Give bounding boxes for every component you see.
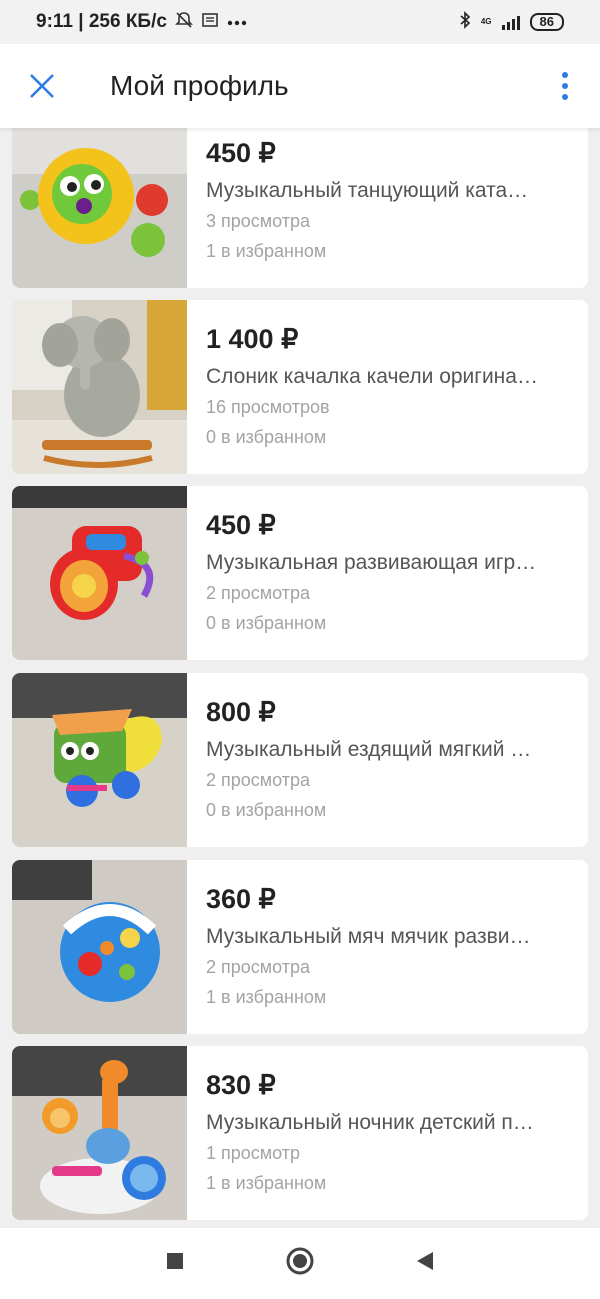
listing-views: 2 просмотра [206,583,311,603]
listing-photo[interactable] [12,128,187,288]
listing-card[interactable]: 800 ₽ Музыкальный ездящий мягкий … 2 про… [12,673,588,847]
listing-title: Слоник качалка качели оригина… [206,365,538,388]
listing-list[interactable]: 450 ₽ Музыкальный танцующий ката… 3 прос… [0,128,600,1228]
circle-icon [286,1247,314,1275]
listing-title: Музыкальный танцующий ката… [206,179,529,202]
listing-photo[interactable] [12,860,187,1034]
listing-card[interactable]: 360 ₽ Музыкальный мяч мячик разви… 2 про… [12,860,588,1034]
listing-card[interactable]: 830 ₽ Музыкальный ночник детский п… 1 пр… [12,1046,588,1220]
listing-info: 450 ₽ Музыкальная развивающая игр… 2 про… [187,486,567,660]
listing-info: 830 ₽ Музыкальный ночник детский п… 1 пр… [187,1046,567,1220]
news-icon [201,11,219,34]
status-left: 9:11 | 256 КБ/с [36,11,247,34]
listing-views: 3 просмотра [206,211,311,231]
listing-info: 450 ₽ Музыкальный танцующий ката… 3 прос… [187,128,567,288]
network-type: 4G [480,17,492,26]
listing-title: Музыкальный ездящий мягкий … [206,738,532,761]
listing-price: 800 ₽ [206,697,276,727]
system-nav-bar [0,1228,600,1299]
listing-card[interactable]: 1 400 ₽ Слоник качалка качели оригина… 1… [12,300,588,474]
app-bar: Мой профиль [0,44,600,128]
listing-info: 360 ₽ Музыкальный мяч мячик разви… 2 про… [187,860,567,1034]
listing-favorites: 0 в избранном [206,613,327,633]
listing-photo[interactable] [12,300,187,474]
listing-favorites: 0 в избранном [206,427,327,447]
close-icon [30,74,54,98]
listing-card[interactable]: 450 ₽ Музыкальный танцующий ката… 3 прос… [12,128,588,288]
listing-title: Музыкальная развивающая игр… [206,551,537,574]
listing-price: 360 ₽ [206,884,276,914]
battery-indicator: 86 [529,13,564,31]
status-time: 9:11 | 256 КБ/с [36,11,167,32]
listing-price: 450 ₽ [206,138,276,168]
back-button[interactable] [415,1250,435,1277]
listing-favorites: 1 в избранном [206,241,327,261]
listing-photo[interactable] [12,486,187,660]
listing-views: 2 просмотра [206,957,311,977]
listing-title: Музыкальный мяч мячик разви… [206,925,531,948]
more-options-button[interactable] [530,44,600,128]
home-button[interactable] [285,1246,315,1281]
status-right: 4G 86 [459,10,564,34]
status-bar: 9:11 | 256 КБ/с 4G 86 [0,0,600,44]
signal-icon [501,14,520,30]
listing-favorites: 1 в избранном [206,987,327,1007]
listing-photo[interactable] [12,1046,187,1220]
square-icon [167,1253,183,1269]
listing-info: 800 ₽ Музыкальный ездящий мягкий … 2 про… [187,673,567,847]
listing-price: 450 ₽ [206,510,276,540]
listing-favorites: 0 в избранном [206,800,327,820]
listing-views: 1 просмотр [206,1143,301,1163]
listing-title: Музыкальный ночник детский п… [206,1111,534,1134]
listing-card[interactable]: 450 ₽ Музыкальная развивающая игр… 2 про… [12,486,588,660]
listing-favorites: 1 в избранном [206,1173,327,1193]
recents-button[interactable] [165,1251,185,1276]
more-horizontal-icon [227,13,247,31]
listing-price: 830 ₽ [206,1070,276,1100]
triangle-back-icon [417,1252,433,1270]
listing-info: 1 400 ₽ Слоник качалка качели оригина… 1… [187,300,567,474]
listing-views: 2 просмотра [206,770,311,790]
page-title: Мой профиль [110,70,289,101]
bluetooth-icon [459,10,471,34]
close-button[interactable] [0,44,84,128]
more-vertical-icon [562,72,568,78]
listing-photo[interactable] [12,673,187,847]
notifications-off-icon [175,11,193,34]
listing-views: 16 просмотров [206,397,330,417]
listing-price: 1 400 ₽ [206,324,299,354]
